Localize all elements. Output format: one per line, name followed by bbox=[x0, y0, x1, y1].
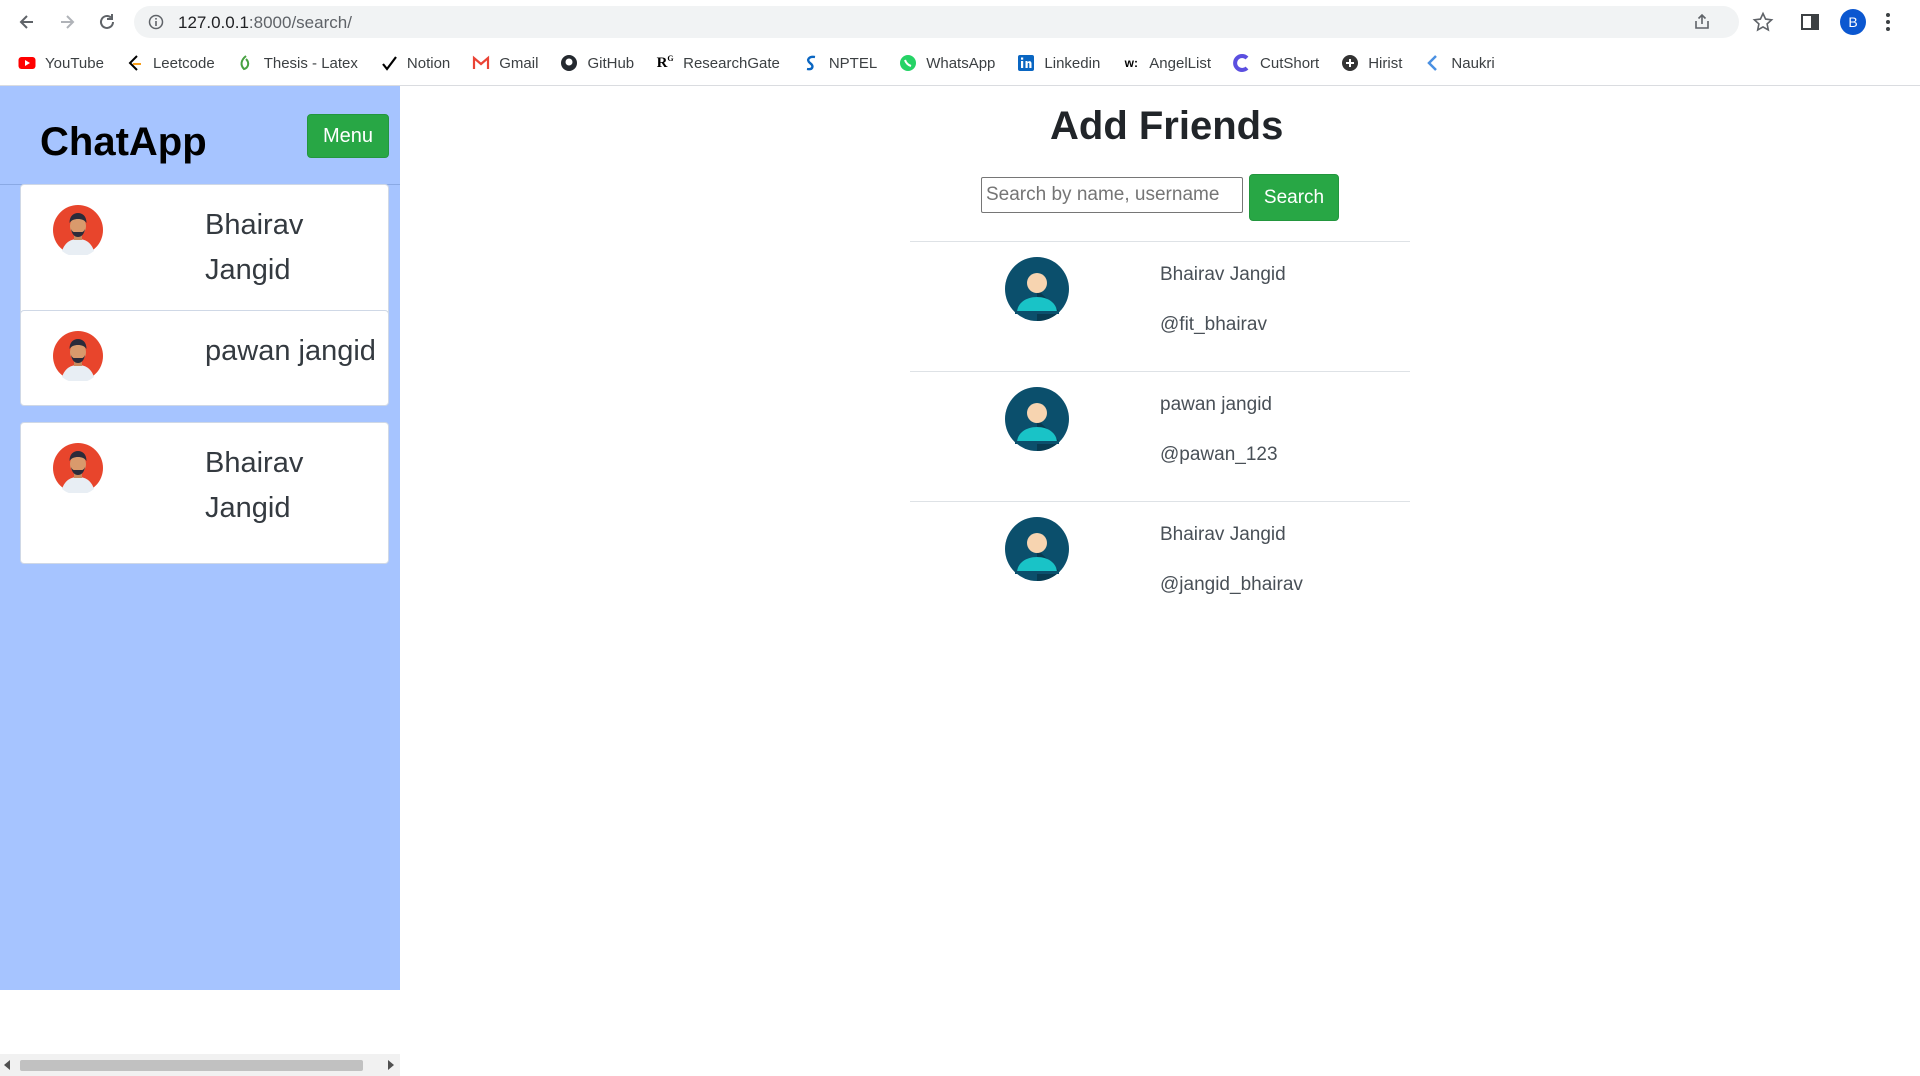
bookmark-label: Leetcode bbox=[152, 54, 215, 72]
user-avatar bbox=[1005, 387, 1069, 451]
url-text: 127.0.0.1:8000/search/ bbox=[178, 13, 352, 33]
bookmark-label: NPTEL bbox=[828, 54, 878, 72]
hirist-icon bbox=[1341, 54, 1359, 72]
researchgate-icon: RG bbox=[656, 54, 674, 71]
bookmark-label: Gmail bbox=[499, 54, 539, 72]
bookmark-gmail[interactable]: Gmail bbox=[472, 54, 538, 72]
bookmark-label: AngelList bbox=[1149, 54, 1212, 72]
bookmark-leetcode[interactable]: Leetcode bbox=[126, 54, 215, 72]
contact-avatar bbox=[53, 331, 103, 383]
bookmark-youtube[interactable]: YouTube bbox=[18, 54, 104, 72]
search-input[interactable] bbox=[981, 177, 1243, 213]
chat-list-item[interactable]: Bhairav Jangid bbox=[20, 422, 389, 564]
user-full-name: Bhairav Jangid bbox=[1160, 524, 1286, 545]
notion-icon bbox=[380, 54, 398, 72]
bookmark-researchgate[interactable]: RG ResearchGate bbox=[656, 54, 780, 72]
user-avatar bbox=[1005, 517, 1069, 581]
bookmark-label: Thesis - Latex bbox=[263, 54, 358, 72]
horizontal-scrollbar[interactable] bbox=[0, 1054, 400, 1076]
bookmark-label: GitHub bbox=[587, 54, 635, 72]
bookmark-github[interactable]: GitHub bbox=[560, 54, 634, 72]
address-bar[interactable]: 127.0.0.1:8000/search/ bbox=[134, 6, 1739, 38]
contact-avatar bbox=[53, 443, 103, 495]
user-username: @pawan_123 bbox=[1160, 444, 1278, 465]
scroll-right-icon[interactable] bbox=[388, 1060, 394, 1070]
site-info-icon[interactable] bbox=[148, 14, 164, 30]
angellist-icon: w: bbox=[1124, 56, 1138, 70]
bookmark-label: YouTube bbox=[45, 54, 104, 72]
profile-avatar[interactable]: B bbox=[1840, 9, 1866, 35]
overleaf-icon bbox=[237, 54, 255, 72]
more-menu-icon[interactable] bbox=[1884, 12, 1892, 32]
bookmark-label: ResearchGate bbox=[683, 54, 780, 72]
naukri-icon bbox=[1424, 54, 1442, 72]
sidebar-header: ChatApp Menu bbox=[0, 86, 400, 185]
user-avatar bbox=[1005, 257, 1069, 321]
sidebar: ChatApp Menu Bhairav Jangid pawan jangid B… bbox=[0, 86, 400, 1076]
back-arrow-icon[interactable] bbox=[15, 10, 39, 34]
bookmark-label: CutShort bbox=[1260, 54, 1320, 72]
youtube-icon bbox=[18, 54, 36, 72]
gmail-icon bbox=[472, 54, 490, 72]
bookmarks-bar: YouTube Leetcode Thesis - Latex Notion Gmail… bbox=[0, 48, 1920, 78]
bookmark-angellist[interactable]: w: AngelList bbox=[1122, 54, 1211, 72]
user-full-name: Bhairav Jangid bbox=[1160, 264, 1286, 285]
linkedin-icon bbox=[1017, 54, 1035, 72]
user-result-row[interactable]: Bhairav Jangid @fit_bhairav bbox=[910, 241, 1410, 371]
user-result-row[interactable]: Bhairav Jangid @jangid_bhairav bbox=[910, 501, 1410, 631]
bookmark-thesis-latex[interactable]: Thesis - Latex bbox=[237, 54, 358, 72]
bookmark-naukri[interactable]: Naukri bbox=[1424, 54, 1495, 72]
bookmark-label: Naukri bbox=[1451, 54, 1495, 72]
whatsapp-icon bbox=[899, 54, 917, 72]
bookmark-label: WhatsApp bbox=[926, 54, 996, 72]
contact-avatar bbox=[53, 205, 103, 257]
bookmark-label: Notion bbox=[406, 54, 451, 72]
contact-name: pawan jangid bbox=[205, 335, 376, 367]
bookmark-whatsapp[interactable]: WhatsApp bbox=[899, 54, 995, 72]
chat-list-item[interactable]: Bhairav Jangid bbox=[20, 184, 389, 326]
cutshort-icon bbox=[1233, 54, 1251, 72]
url-path: :8000/search/ bbox=[248, 13, 352, 32]
search-button[interactable]: Search bbox=[1249, 174, 1339, 221]
github-icon bbox=[560, 54, 578, 72]
bookmark-nptel[interactable]: NPTEL bbox=[802, 54, 877, 72]
contact-name: Bhairav Jangid bbox=[205, 447, 304, 524]
app-brand: ChatApp bbox=[40, 120, 207, 164]
scroll-left-icon[interactable] bbox=[4, 1060, 10, 1070]
bookmark-star-icon[interactable] bbox=[1752, 11, 1774, 33]
reload-icon[interactable] bbox=[95, 10, 119, 34]
url-host: 127.0.0.1 bbox=[178, 13, 249, 32]
bookmark-cutshort[interactable]: CutShort bbox=[1233, 54, 1319, 72]
user-username: @fit_bhairav bbox=[1160, 314, 1267, 335]
share-icon[interactable] bbox=[1693, 13, 1711, 31]
menu-button[interactable]: Menu bbox=[307, 114, 389, 158]
user-username: @jangid_bhairav bbox=[1160, 574, 1303, 595]
bookmark-label: Hirist bbox=[1368, 54, 1403, 72]
side-panel-icon[interactable] bbox=[1800, 12, 1820, 32]
browser-toolbar: 127.0.0.1:8000/search/ B bbox=[0, 0, 1920, 44]
leetcode-icon bbox=[126, 54, 144, 72]
nptel-icon bbox=[802, 54, 820, 72]
forward-arrow-icon[interactable] bbox=[55, 10, 79, 34]
user-result-row[interactable]: pawan jangid @pawan_123 bbox=[910, 371, 1410, 501]
contact-name: Bhairav Jangid bbox=[205, 209, 304, 286]
scrollbar-thumb[interactable] bbox=[20, 1060, 363, 1071]
page-title: Add Friends bbox=[1050, 104, 1284, 148]
bookmark-linkedin[interactable]: Linkedin bbox=[1017, 54, 1100, 72]
bookmark-hirist[interactable]: Hirist bbox=[1341, 54, 1402, 72]
bookmark-notion[interactable]: Notion bbox=[380, 54, 450, 72]
search-results: Bhairav Jangid @fit_bhairavpawan jangid @p… bbox=[910, 241, 1410, 631]
user-full-name: pawan jangid bbox=[1160, 394, 1272, 415]
bookmark-label: Linkedin bbox=[1044, 54, 1101, 72]
chat-list-item[interactable]: pawan jangid bbox=[20, 310, 389, 406]
